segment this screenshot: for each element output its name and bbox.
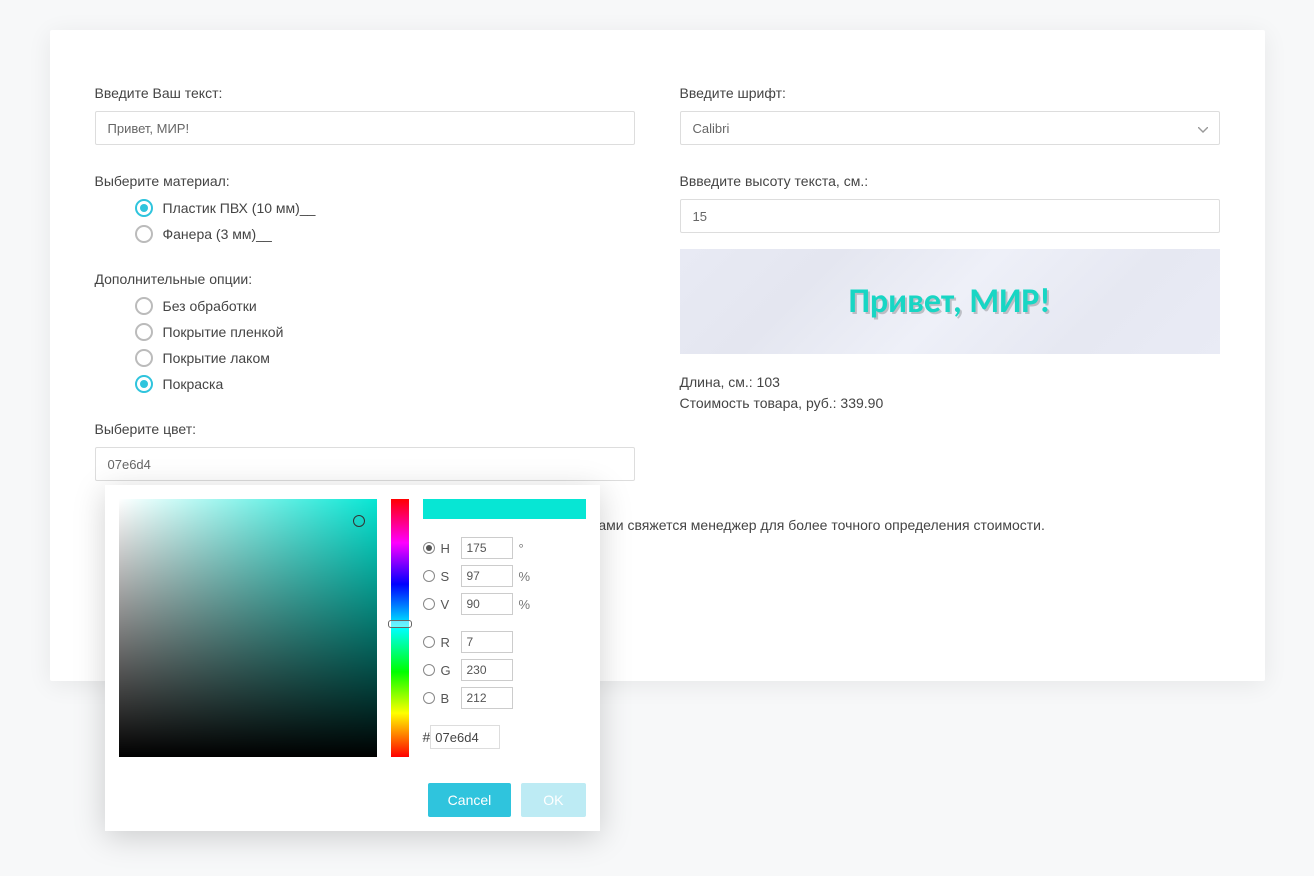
s-input[interactable] [461, 565, 513, 587]
percent-unit: % [519, 597, 535, 612]
radio-icon[interactable] [423, 598, 435, 610]
text-label: Введите Ваш текст: [95, 85, 635, 101]
radio-icon[interactable] [423, 692, 435, 704]
option-label: Покраска [163, 376, 224, 392]
g-input[interactable] [461, 659, 513, 681]
length-line: Длина, см.: 103 [680, 372, 1220, 393]
h-input[interactable] [461, 537, 513, 559]
r-row: R [423, 631, 586, 653]
option-none[interactable]: Без обработки [135, 297, 635, 315]
radio-icon [135, 225, 153, 243]
font-select[interactable] [680, 111, 1220, 145]
hue-strip[interactable] [391, 499, 409, 757]
product-configurator: Введите Ваш текст: Выберите материал: Пл… [50, 30, 1265, 681]
percent-unit: % [519, 569, 535, 584]
manager-note: аза с вами свяжется менеджер для более т… [555, 517, 1220, 533]
b-input[interactable] [461, 687, 513, 709]
hash-symbol: # [423, 729, 431, 745]
hex-row: # [423, 725, 586, 749]
v-row: V % [423, 593, 586, 615]
picker-controls: H ° S % V % [423, 499, 586, 757]
material-option-plywood[interactable]: Фанера (3 мм)__ [135, 225, 635, 243]
degree-unit: ° [519, 541, 535, 556]
g-row: G [423, 659, 586, 681]
options-label: Дополнительные опции: [95, 271, 635, 287]
b-row: B [423, 687, 586, 709]
option-film[interactable]: Покрытие пленкой [135, 323, 635, 341]
channel-label-g: G [441, 663, 455, 678]
radio-icon [135, 349, 153, 367]
left-column: Введите Ваш текст: Выберите материал: Пл… [95, 85, 635, 489]
sv-cursor-icon [353, 515, 365, 527]
option-paint[interactable]: Покраска [135, 375, 635, 393]
ok-button[interactable]: OK [521, 783, 585, 817]
option-lacquer[interactable]: Покрытие лаком [135, 349, 635, 367]
font-label: Введите шрифт: [680, 85, 1220, 101]
radio-icon[interactable] [423, 570, 435, 582]
cancel-button[interactable]: Cancel [428, 783, 512, 817]
material-option-label: Пластик ПВХ (10 мм)__ [163, 200, 316, 216]
s-row: S % [423, 565, 586, 587]
h-row: H ° [423, 537, 586, 559]
radio-icon [135, 323, 153, 341]
material-option-label: Фанера (3 мм)__ [163, 226, 272, 242]
radio-icon [135, 199, 153, 217]
color-label: Выберите цвет: [95, 421, 635, 437]
height-input[interactable] [680, 199, 1220, 233]
radio-icon[interactable] [423, 664, 435, 676]
material-label: Выберите материал: [95, 173, 635, 189]
preview-box: Привет, МИР! [680, 249, 1220, 354]
option-label: Покрытие пленкой [163, 324, 284, 340]
price-line: Стоимость товара, руб.: 339.90 [680, 393, 1220, 414]
sv-panel[interactable] [119, 499, 377, 757]
right-column: Введите шрифт: Ввведите высоту текста, с… [680, 85, 1220, 489]
color-swatch [423, 499, 586, 519]
v-input[interactable] [461, 593, 513, 615]
color-picker-popup: H ° S % V % [105, 485, 600, 831]
channel-label-r: R [441, 635, 455, 650]
channel-label-b: B [441, 691, 455, 706]
r-input[interactable] [461, 631, 513, 653]
radio-icon [135, 375, 153, 393]
option-label: Покрытие лаком [163, 350, 270, 366]
channel-label-s: S [441, 569, 455, 584]
text-input[interactable] [95, 111, 635, 145]
radio-icon[interactable] [423, 636, 435, 648]
preview-text: Привет, МИР! [849, 281, 1051, 322]
channel-label-h: H [441, 541, 455, 556]
radio-icon[interactable] [423, 542, 435, 554]
channel-label-v: V [441, 597, 455, 612]
height-label: Ввведите высоту текста, см.: [680, 173, 1220, 189]
radio-icon [135, 297, 153, 315]
hex-input[interactable] [430, 725, 500, 749]
color-input[interactable] [95, 447, 635, 481]
material-option-pvc[interactable]: Пластик ПВХ (10 мм)__ [135, 199, 635, 217]
option-label: Без обработки [163, 298, 257, 314]
manager-note-text: аза с вами свяжется менеджер для более т… [555, 517, 1045, 533]
hue-cursor-icon [388, 620, 412, 628]
